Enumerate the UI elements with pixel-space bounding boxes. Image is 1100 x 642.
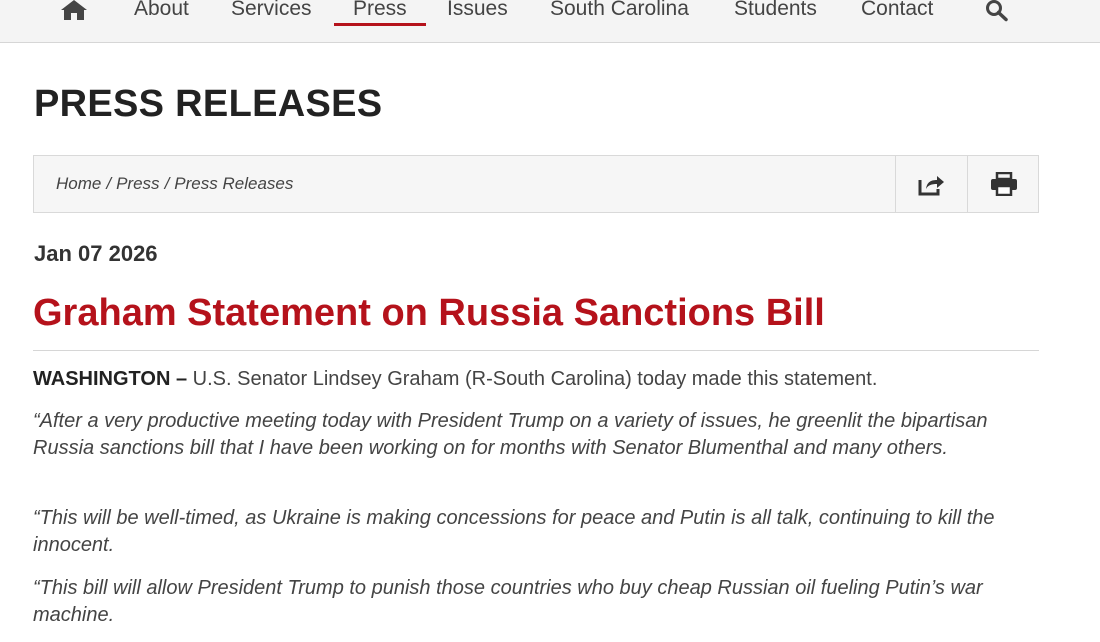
- intro-text: U.S. Senator Lindsey Graham (R-South Car…: [187, 368, 878, 390]
- share-button[interactable]: [895, 156, 967, 212]
- nav-item-contact[interactable]: Contact: [861, 0, 933, 34]
- breadcrumb-press-releases[interactable]: Press Releases: [174, 174, 293, 193]
- article-headline: Graham Statement on Russia Sanctions Bil…: [33, 292, 825, 334]
- nav-item-services[interactable]: Services: [231, 0, 312, 34]
- nav-item-about[interactable]: About: [134, 0, 189, 34]
- page-title: PRESS RELEASES: [34, 83, 383, 125]
- print-icon: [990, 172, 1017, 196]
- dateline: WASHINGTON –: [33, 368, 188, 390]
- home-icon[interactable]: [61, 0, 87, 20]
- breadcrumb-press[interactable]: Press: [116, 174, 159, 193]
- divider: [33, 350, 1039, 351]
- quote-paragraph: “This bill will allow President Trump to…: [33, 577, 983, 626]
- nav-item-press[interactable]: Press: [334, 0, 426, 34]
- nav-item-south-carolina[interactable]: South Carolina: [550, 0, 689, 34]
- quote-paragraph: “After a very productive meeting today w…: [33, 410, 988, 459]
- search-icon[interactable]: [985, 0, 1009, 22]
- top-navigation: About Services Press Issues South Caroli…: [0, 0, 1100, 43]
- release-date: Jan 07 2026: [34, 241, 158, 266]
- nav-item-issues[interactable]: Issues: [447, 0, 508, 34]
- breadcrumb-toolbar: Home / Press / Press Releases: [33, 155, 1039, 213]
- breadcrumb-separator: /: [164, 174, 170, 193]
- breadcrumb-separator: /: [106, 174, 112, 193]
- article-intro: WASHINGTON – U.S. Senator Lindsey Graham…: [33, 366, 1043, 393]
- quote-paragraph: “This will be well-timed, as Ukraine is …: [33, 507, 995, 556]
- print-button[interactable]: [967, 156, 1039, 212]
- nav-item-students[interactable]: Students: [734, 0, 817, 34]
- share-icon: [918, 176, 944, 196]
- breadcrumb: Home / Press / Press Releases: [56, 173, 293, 195]
- breadcrumb-home[interactable]: Home: [56, 174, 101, 193]
